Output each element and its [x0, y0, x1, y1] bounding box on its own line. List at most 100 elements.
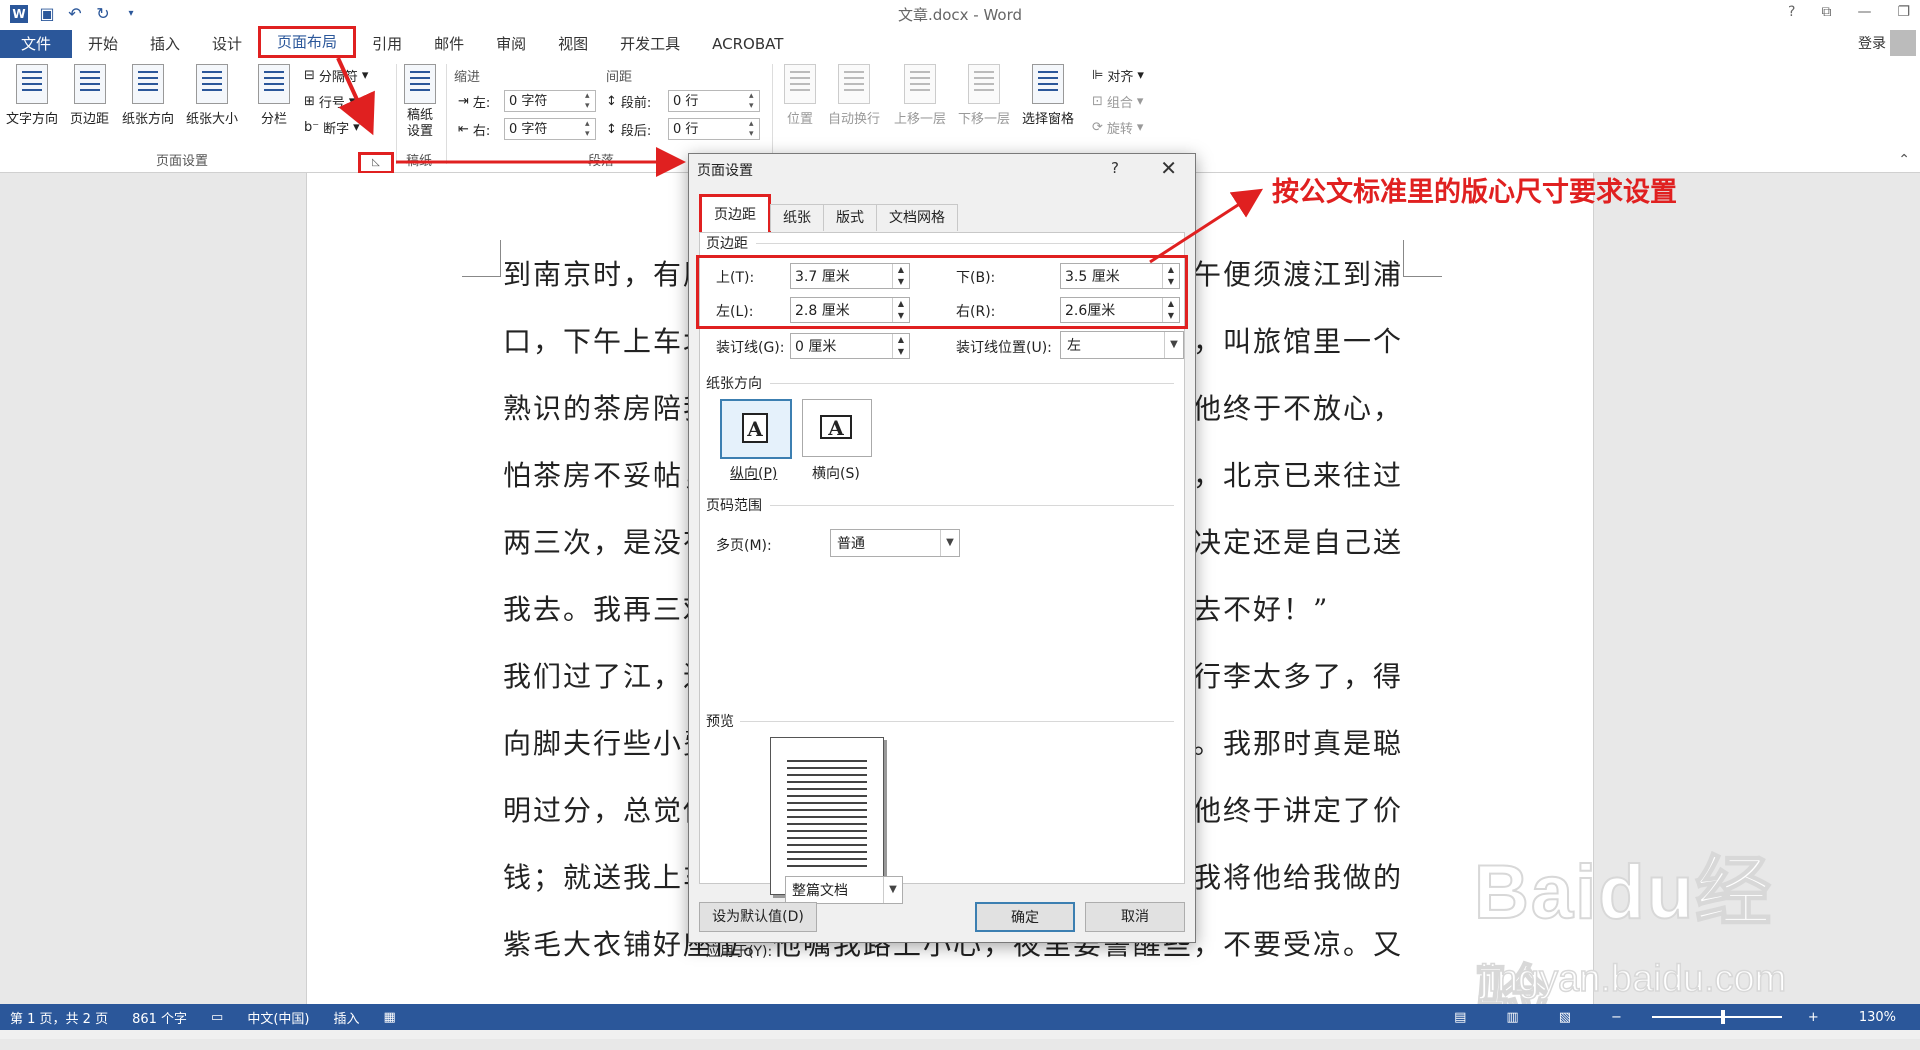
indent-right-input[interactable]: 0 字符 — [504, 118, 596, 140]
tab-acrobat[interactable]: ACROBAT — [696, 30, 799, 58]
tab-margins[interactable]: 页边距 — [699, 194, 771, 236]
dialog-close-button[interactable]: ✕ — [1160, 156, 1177, 180]
horizontal-scrollbar[interactable] — [0, 1030, 1920, 1039]
spinner-arrows-icon[interactable]: ▲ ▼ — [892, 264, 909, 288]
set-default-button[interactable]: 设为默认值(D) — [699, 902, 817, 932]
margins-button[interactable]: 页边距 — [70, 64, 109, 127]
tab-design[interactable]: 设计 — [196, 30, 258, 58]
spinner-arrows-icon[interactable]: ▲ ▼ — [1162, 264, 1179, 288]
line-numbers-button[interactable]: ⊞ 行号 ▾ — [304, 92, 355, 111]
help-button[interactable]: ? — [1788, 4, 1795, 20]
tab-home[interactable]: 开始 — [72, 30, 134, 58]
tab-developer[interactable]: 开发工具 — [604, 30, 696, 58]
zoom-slider-thumb[interactable] — [1721, 1010, 1726, 1024]
dialog-title: 页面设置 — [697, 163, 753, 179]
web-layout-icon[interactable]: ▧ — [1559, 1010, 1571, 1025]
bottom-margin-input[interactable]: 3.5 厘米 ▲ ▼ — [1060, 263, 1180, 289]
align-button[interactable]: ⊫ 对齐 ▾ — [1092, 66, 1144, 85]
tab-page-layout[interactable]: 页面布局 — [258, 26, 357, 58]
zoom-level[interactable]: 130% — [1859, 1010, 1896, 1025]
hyphenation-button[interactable]: b⁻ 断字 ▾ — [304, 118, 360, 137]
page-count[interactable]: 第 1 页，共 2 页 — [10, 1008, 108, 1027]
rotate-icon: ⟳ — [1092, 120, 1103, 135]
ribbon-tabs: 文件 开始 插入 设计 页面布局 引用 邮件 审阅 视图 开发工具 ACROBA… — [0, 26, 1920, 58]
ok-button[interactable]: 确定 — [975, 902, 1075, 932]
selection-pane-button[interactable]: 选择窗格 — [1022, 64, 1074, 127]
word-count[interactable]: 861 个字 — [132, 1008, 187, 1027]
draft-paper-button[interactable]: 稿纸 设置 — [404, 64, 436, 140]
landscape-icon: A — [820, 415, 852, 439]
zoom-slider[interactable] — [1651, 1010, 1782, 1024]
insert-mode[interactable]: 插入 — [333, 1008, 359, 1027]
tab-document-grid[interactable]: 文档网格 — [876, 204, 958, 231]
chevron-down-icon: ▼ — [940, 530, 959, 556]
tab-mailings[interactable]: 邮件 — [418, 30, 480, 58]
macro-record-icon[interactable]: ▦ — [384, 1010, 396, 1025]
indent-left-icon: ⇥ — [458, 94, 469, 109]
breaks-button[interactable]: ⊟ 分隔符 ▾ — [304, 66, 368, 85]
spinner-arrows-icon[interactable]: ▲ ▼ — [892, 298, 909, 322]
bring-forward-button[interactable]: 上移一层 — [894, 64, 946, 127]
print-layout-icon[interactable]: ▥ — [1506, 1010, 1518, 1025]
document-line-fragment: 他终于讲定了价 — [1193, 794, 1404, 827]
multiple-pages-select[interactable]: 普通 ▼ — [830, 529, 960, 557]
draft-group-label: 稿纸 — [406, 154, 433, 169]
position-button[interactable]: 位置 — [784, 64, 816, 127]
right-margin-input[interactable]: 2.6厘米 ▲ ▼ — [1060, 297, 1180, 323]
left-margin-input[interactable]: 2.8 厘米 ▲ ▼ — [790, 297, 910, 323]
group-button[interactable]: ⊡ 组合 ▾ — [1092, 92, 1143, 111]
tab-view[interactable]: 视图 — [542, 30, 604, 58]
spinner-arrows-icon[interactable]: ▲ ▼ — [892, 334, 909, 358]
read-mode-icon[interactable]: ▤ — [1454, 1010, 1466, 1025]
document-line-fragment: 他终于不放心， — [1193, 392, 1404, 425]
proofing-icon[interactable]: ▭ — [211, 1010, 223, 1025]
hyphenation-icon: b⁻ — [304, 120, 320, 135]
cancel-button[interactable]: 取消 — [1085, 902, 1185, 932]
gutter-position-select[interactable]: 左 ▼ — [1060, 331, 1184, 359]
document-line: 我们过了江，进 — [503, 660, 714, 693]
zoom-in-icon[interactable]: + — [1808, 1010, 1819, 1025]
send-backward-button[interactable]: 下移一层 — [958, 64, 1010, 127]
spinner-arrows-icon[interactable]: ▲ ▼ — [1162, 298, 1179, 322]
text-direction-button[interactable]: 文字方向 — [6, 64, 58, 127]
rotate-button[interactable]: ⟳ 旋转 ▾ — [1092, 118, 1143, 137]
login-link[interactable]: 登录 — [1858, 33, 1886, 53]
orientation-icon — [132, 64, 164, 104]
apply-to-select[interactable]: 整篇文档 ▼ — [785, 876, 903, 904]
tab-insert[interactable]: 插入 — [134, 30, 196, 58]
landscape-label[interactable]: 横向(S) — [812, 463, 860, 483]
tab-review[interactable]: 审阅 — [480, 30, 542, 58]
document-line: 我去。我再三劝 — [503, 593, 714, 626]
spacing-before-input[interactable]: 0 行 — [668, 90, 760, 112]
minimize-button[interactable]: — — [1857, 4, 1871, 20]
size-button[interactable]: 纸张大小 — [186, 64, 238, 127]
portrait-label[interactable]: 纵向(P) — [730, 463, 777, 483]
page-setup-launcher-button[interactable]: ◺ — [358, 152, 394, 174]
columns-button[interactable]: 分栏 — [258, 64, 290, 127]
spacing-after-input[interactable]: 0 行 — [668, 118, 760, 140]
gutter-input[interactable]: 0 厘米 ▲ ▼ — [790, 333, 910, 359]
ribbon-display-button[interactable]: ⧉ — [1821, 4, 1831, 20]
landscape-option[interactable]: A — [802, 399, 872, 457]
tab-file[interactable]: 文件 — [0, 30, 72, 58]
tab-layout[interactable]: 版式 — [823, 204, 877, 231]
restore-button[interactable]: ❐ — [1897, 4, 1910, 20]
apply-to-label: 应用于(Y): — [706, 944, 773, 960]
status-bar: 第 1 页，共 2 页 861 个字 ▭ 中文(中国) 插入 ▦ ▤ ▥ ▧ −… — [0, 1004, 1920, 1030]
portrait-option[interactable]: A — [720, 399, 792, 459]
zoom-out-icon[interactable]: − — [1611, 1010, 1622, 1025]
collapse-ribbon-icon[interactable]: ⌃ — [1898, 152, 1910, 168]
language-status[interactable]: 中文(中国) — [247, 1008, 309, 1027]
wrap-text-button[interactable]: 自动换行 — [828, 64, 880, 127]
spacing-header: 间距 — [606, 70, 633, 85]
portrait-icon: A — [742, 413, 768, 443]
top-margin-input[interactable]: 3.7 厘米 ▲ ▼ — [790, 263, 910, 289]
tab-references[interactable]: 引用 — [356, 30, 418, 58]
indent-left-input[interactable]: 0 字符 — [504, 90, 596, 112]
window-controls: ? ⧉ — ❐ — [1788, 4, 1910, 20]
orientation-button[interactable]: 纸张方向 — [122, 64, 174, 127]
avatar[interactable] — [1890, 30, 1916, 56]
dialog-help-button[interactable]: ? — [1111, 159, 1119, 177]
tab-paper[interactable]: 纸张 — [770, 204, 824, 231]
wrap-text-icon — [838, 64, 870, 104]
